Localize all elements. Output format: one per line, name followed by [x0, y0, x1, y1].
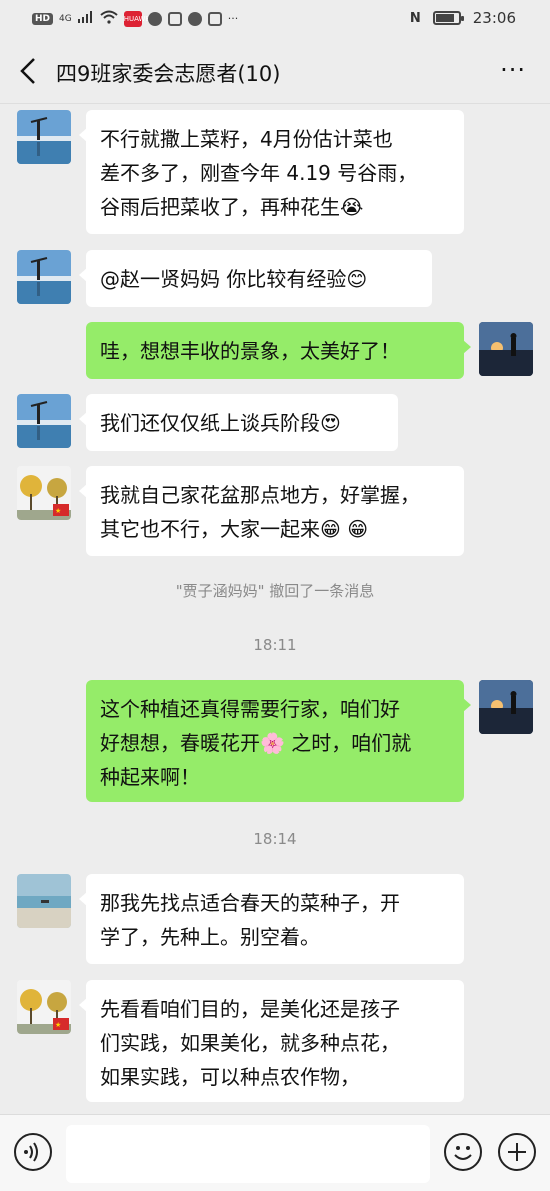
timestamp: 18:14: [253, 830, 297, 848]
chat-header: 四9班家委会志愿者(10) ···: [0, 38, 550, 104]
message-line: 我们还仅仅纸上谈兵阶段😍: [100, 411, 341, 435]
message-notification-icon: [147, 11, 162, 26]
avatar-self-sunset[interactable]: [479, 322, 533, 376]
avatar-autumn-tree[interactable]: ★: [17, 466, 71, 520]
voice-icon[interactable]: [14, 1133, 52, 1171]
avatar-autumn-tree[interactable]: ★: [17, 980, 71, 1034]
message-bubble[interactable]: @赵一贤妈妈 你比较有经验😊: [79, 250, 432, 307]
signal-icon: [77, 11, 94, 26]
message-line: 种起来啊！: [100, 765, 200, 789]
message-bubble-self[interactable]: 这个种植还真得需要行家，咱们好 好想想，春暖花开🌸 之时，咱们就 种起来啊！: [86, 680, 471, 802]
message-line: 好想想，春暖花开🌸 之时，咱们就: [100, 731, 412, 755]
clock: 23:06: [472, 9, 516, 27]
status-bar: HD 4G HUAWEI ··· N 23:06: [0, 0, 550, 38]
message-line: 那我先找点适合春天的菜种子，开: [100, 891, 400, 915]
message-line: 哇，想想丰收的景象，太美好了！: [100, 339, 400, 363]
back-arrow-icon[interactable]: [16, 56, 42, 86]
battery-icon: [432, 11, 464, 25]
avatar-self-sunset[interactable]: [479, 680, 533, 734]
message-line: 谷雨后把菜收了，再种花生😭: [100, 195, 364, 219]
message-bubble-self[interactable]: 哇，想想丰收的景象，太美好了！: [86, 322, 471, 379]
message-bubble[interactable]: 那我先找点适合春天的菜种子，开 学了，先种上。别空着。: [79, 874, 464, 964]
emoji-icon[interactable]: [444, 1133, 482, 1171]
message-bubble[interactable]: 先看看咱们目的，是美化还是孩子 们实践，如果美化，就多种点花， 如果实践，可以种…: [79, 980, 464, 1102]
avatar-beach[interactable]: [17, 874, 71, 928]
message-line: 不行就撒上菜籽，4月份估计菜也: [100, 127, 393, 151]
message-line: 这个种植还真得需要行家，咱们好: [100, 697, 400, 721]
app-notification-icon: [167, 11, 182, 26]
message-line: 学了，先种上。别空着。: [100, 925, 320, 949]
message-bubble[interactable]: 我就自己家花盆那点地方，好掌握， 其它也不行，大家一起来😁 😁: [79, 466, 464, 556]
hd-badge: HD: [32, 12, 54, 25]
chat-title: 四9班家委会志愿者(10): [56, 62, 281, 86]
avatar-lake-pose[interactable]: [17, 110, 71, 164]
message-line: 差不多了，刚查今年 4.19 号谷雨，: [100, 161, 418, 185]
message-line: 其它也不行，大家一起来😁 😁: [100, 517, 369, 541]
avatar-lake-pose[interactable]: [17, 394, 71, 448]
more-notifications-icon: ···: [227, 12, 239, 25]
huawei-badge-icon: HUAWEI: [123, 10, 152, 27]
status-right: N 23:06: [410, 9, 516, 27]
svg-text:★: ★: [55, 507, 61, 515]
wifi-icon: [100, 10, 118, 27]
message-input[interactable]: [66, 1125, 430, 1183]
message-bubble[interactable]: 我们还仅仅纸上谈兵阶段😍: [79, 394, 398, 451]
message-bubble[interactable]: 不行就撒上菜籽，4月份估计菜也 差不多了，刚查今年 4.19 号谷雨， 谷雨后把…: [79, 110, 464, 234]
svg-text:★: ★: [55, 1021, 61, 1029]
input-toolbar: [0, 1114, 550, 1191]
settings-notification-icon: [207, 11, 222, 26]
recall-notice: "贾子涵妈妈" 撤回了一条消息: [175, 582, 375, 600]
avatar-lake-pose[interactable]: [17, 250, 71, 304]
message-line: 如果实践，可以种点农作物，: [100, 1065, 360, 1089]
message-line: 们实践，如果美化，就多种点花，: [100, 1031, 400, 1055]
timestamp: 18:11: [253, 636, 297, 654]
message-line: 先看看咱们目的，是美化还是孩子: [100, 997, 400, 1021]
nfc-icon: N: [409, 10, 421, 26]
browser-notification-icon: [187, 11, 202, 26]
message-line: 我就自己家花盆那点地方，好掌握，: [100, 483, 420, 507]
more-options-icon[interactable]: ···: [500, 56, 526, 84]
signal-label: 4G: [59, 13, 72, 24]
plus-icon[interactable]: [498, 1133, 536, 1171]
status-left: HD 4G HUAWEI ···: [32, 10, 238, 27]
message-line: @赵一贤妈妈 你比较有经验😊: [100, 267, 368, 291]
